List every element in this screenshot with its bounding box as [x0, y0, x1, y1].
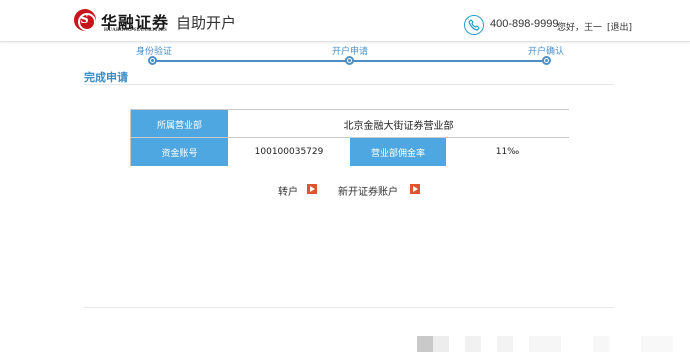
transfer-arrow-icon[interactable] [307, 184, 317, 194]
artifact-block [465, 336, 481, 352]
artifact-block [529, 336, 561, 352]
new-account-link[interactable]: 新开证券账户 [338, 183, 398, 198]
new-account-arrow-icon[interactable] [410, 184, 420, 194]
logout-link[interactable]: [退出] [607, 20, 632, 33]
hotline-number: 400-898-9999 [490, 18, 559, 30]
commission-value: 11‰ [446, 138, 569, 166]
footer-divider [84, 307, 614, 308]
top-header: 华融证券 HUARONG SECURITIES 自助开户 400-898-999… [0, 0, 690, 42]
step-identity-label: 身份验证 [136, 47, 173, 57]
step-identity-dot [148, 56, 157, 65]
step-confirm-dot [542, 56, 551, 65]
commission-label: 营业部佣金率 [350, 138, 446, 166]
artifact-block [433, 336, 449, 352]
page-title: 自助开户 [176, 14, 237, 32]
artifact-block [417, 336, 433, 352]
phone-icon [464, 15, 484, 35]
account-label: 资金账号 [131, 138, 228, 166]
artifact-block [497, 336, 513, 352]
artifact-block [593, 336, 609, 352]
section-divider [84, 84, 614, 85]
account-info-table: 所属营业部 北京金融大街证券营业部 资金账号 100100035729 营业部佣… [130, 109, 569, 166]
section-title: 完成申请 [84, 71, 128, 84]
huarong-logo-icon [74, 9, 96, 31]
account-value: 100100035729 [228, 138, 350, 166]
artifact-block [641, 336, 673, 352]
transfer-link[interactable]: 转户 [278, 183, 298, 198]
branch-value: 北京金融大街证券营业部 [228, 110, 569, 138]
brand-name-en: HUARONG SECURITIES [104, 28, 168, 33]
step-apply-dot [345, 56, 354, 65]
branch-label: 所属营业部 [131, 110, 228, 138]
user-greeting: 您好，王一 [557, 23, 603, 33]
